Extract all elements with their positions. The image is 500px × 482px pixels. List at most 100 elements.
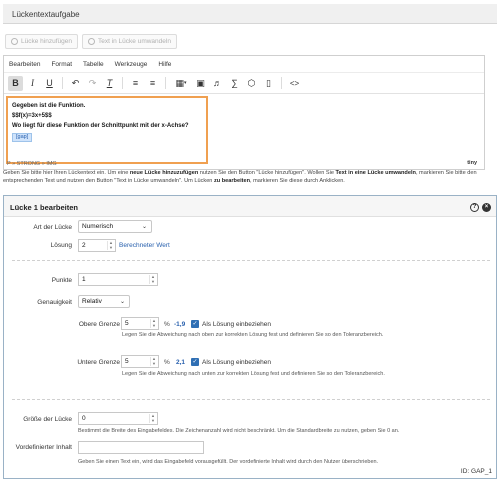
divider xyxy=(12,260,490,261)
add-gap-button[interactable]: Lücke hinzufügen xyxy=(5,34,78,49)
help-icon[interactable]: ? xyxy=(470,203,479,212)
solution-label: Lösung xyxy=(50,242,72,249)
checkmark-icon[interactable]: ✓ xyxy=(191,358,199,366)
gap-size-label: Größe der Lücke xyxy=(23,416,72,423)
rich-text-editor: Bearbeiten Format Tabelle Werkzeuge Hilf… xyxy=(3,55,485,170)
number-spinner[interactable]: ▲ ▼ xyxy=(149,413,156,423)
editor-help-text: Geben Sie bitte hier Ihren Lückentext ei… xyxy=(3,169,497,185)
formula-icon[interactable]: ∑ xyxy=(227,76,242,91)
question-line: Wo liegt für diese Funktion der Schnittp… xyxy=(12,123,189,129)
toolbar-divider xyxy=(62,77,63,89)
editor-toolbar: B I U ↶ ↷ T ≡ ≡ ▦ ▾ ▣ ♬ ∑ ⬡ ▯ <> xyxy=(4,73,484,94)
menu-format[interactable]: Format xyxy=(51,61,72,68)
menu-table[interactable]: Tabelle xyxy=(83,61,104,68)
menu-edit[interactable]: Bearbeiten xyxy=(9,61,40,68)
shape-icon[interactable]: ⬡ xyxy=(244,76,259,91)
menu-tools[interactable]: Werkzeuge xyxy=(115,61,148,68)
toolbar-divider xyxy=(165,77,166,89)
gap-type-label: Art der Lücke xyxy=(33,224,72,231)
image-icon[interactable]: ▣ xyxy=(193,76,208,91)
clear-format-icon[interactable]: T xyxy=(102,76,117,91)
upper-limit-input[interactable]: 5 ▲ ▼ xyxy=(121,317,159,330)
divider xyxy=(12,399,490,400)
gap-button-bar: Lücke hinzufügen Text in Lücke umwandeln xyxy=(5,34,177,50)
gap-placeholder[interactable]: [gap] xyxy=(12,133,33,142)
editor-menubar: Bearbeiten Format Tabelle Werkzeuge Hilf… xyxy=(4,56,484,73)
comment-icon[interactable]: ▯ xyxy=(261,76,276,91)
convert-gap-button[interactable]: Text in Lücke umwandeln xyxy=(81,34,177,49)
gap-id: ID: GAP_1 xyxy=(460,468,492,475)
plus-circle-icon xyxy=(11,38,18,45)
gap-type-select[interactable]: Numerisch ⌄ xyxy=(78,220,152,233)
chevron-down-icon: ⌄ xyxy=(141,224,147,230)
upper-limit-result: -1,9 xyxy=(174,321,186,328)
lower-limit-input[interactable]: 5 ▲ ▼ xyxy=(121,355,159,368)
precision-value: Relativ xyxy=(82,298,102,305)
editor-statusbar: P » STRONG » IMG tiny xyxy=(3,159,485,169)
precision-label: Genauigkeit xyxy=(37,299,72,306)
lower-limit-label: Untere Grenze xyxy=(77,359,120,366)
redo-icon[interactable]: ↷ xyxy=(85,76,100,91)
code-icon[interactable]: <> xyxy=(287,76,302,91)
help-text-bold: zu bearbeiten xyxy=(213,178,251,184)
number-spinner[interactable]: ▲ ▼ xyxy=(150,318,157,328)
solution-input[interactable]: 2 ▲ ▼ xyxy=(78,239,116,252)
formula-line: $$f(x)=3x+5$$ xyxy=(12,113,52,119)
lower-limit-result: 2,1 xyxy=(176,359,186,366)
toolbar-divider xyxy=(122,77,123,89)
numbered-list-icon[interactable]: ≡ xyxy=(145,76,160,91)
checkmark-icon[interactable]: ✓ xyxy=(191,320,199,328)
plus-circle-icon xyxy=(87,38,95,45)
help-text-part: , markieren Sie diese durch Anklicken. xyxy=(250,178,345,184)
gap-size-input[interactable]: 0 ▲ ▼ xyxy=(78,412,158,425)
lower-limit-desc: Legen Sie die Abweichung nach unten zur … xyxy=(122,371,385,377)
help-text-bold: neue Lücke hinzuzufügen xyxy=(129,170,199,176)
undo-icon[interactable]: ↶ xyxy=(68,76,83,91)
menu-help[interactable]: Hilfe xyxy=(158,61,171,68)
close-icon[interactable]: × xyxy=(482,203,491,212)
content-line: Gegeben ist die Funktion. xyxy=(12,103,86,109)
add-gap-label: Lücke hinzufügen xyxy=(21,38,72,45)
panel-title: Lücke 1 bearbeiten xyxy=(10,203,78,212)
help-text-part: Geben Sie bitte hier Ihren Lückentext ei… xyxy=(3,170,130,176)
help-text-part: nutzen Sie den Button "Lücke hinzufügen"… xyxy=(198,170,336,176)
convert-gap-label: Text in Lücke umwandeln xyxy=(97,38,171,45)
panel-header: Lücke 1 bearbeiten ? × xyxy=(4,196,496,217)
points-label: Punkte xyxy=(51,277,72,284)
upper-limit-label: Obere Grenze xyxy=(78,321,120,328)
number-spinner[interactable]: ▲ ▼ xyxy=(150,356,157,366)
gap-size-value: 0 xyxy=(82,415,86,422)
bold-icon[interactable]: B xyxy=(8,75,23,91)
upper-include-label: Als Lösung einbeziehen xyxy=(202,321,272,328)
section-title: Lückentextaufgabe xyxy=(12,10,80,19)
bullet-list-icon[interactable]: ≡ xyxy=(128,76,143,91)
lower-include-label: Als Lösung einbeziehen xyxy=(202,359,272,366)
number-spinner[interactable]: ▲ ▼ xyxy=(107,240,114,250)
table-icon[interactable]: ▦ ▾ xyxy=(171,76,191,91)
upper-limit-value: 5 xyxy=(125,320,129,327)
toolbar-divider xyxy=(281,77,282,89)
section-header: Lückentextaufgabe xyxy=(3,4,497,24)
help-text-bold: Text in eine Lücke umwandeln xyxy=(335,170,416,176)
editor-content[interactable]: Gegeben ist die Funktion. $$f(x)=3x+5$$ … xyxy=(6,96,208,164)
percent-sign: % xyxy=(164,321,170,328)
points-value: 1 xyxy=(82,276,86,283)
chevron-down-icon: ⌄ xyxy=(119,299,125,305)
number-spinner[interactable]: ▲ ▼ xyxy=(149,274,156,284)
underline-icon[interactable]: U xyxy=(42,76,57,91)
prefilled-desc: Geben Sie einen Text ein, wird das Einga… xyxy=(78,459,379,465)
media-icon[interactable]: ♬ xyxy=(210,76,225,91)
computed-value-link[interactable]: Berechneter Wert xyxy=(119,242,170,249)
prefilled-label: Vordefinierter Inhalt xyxy=(15,444,72,451)
points-input[interactable]: 1 ▲ ▼ xyxy=(78,273,158,286)
precision-select[interactable]: Relativ ⌄ xyxy=(78,295,130,308)
solution-value: 2 xyxy=(82,242,86,249)
upper-limit-desc: Legen Sie die Abweichung nach oben zur k… xyxy=(122,332,384,338)
percent-sign: % xyxy=(164,359,170,366)
tiny-logo: tiny xyxy=(467,160,477,166)
italic-icon[interactable]: I xyxy=(25,76,40,91)
gap-edit-panel: Lücke 1 bearbeiten ? × Art der Lücke Num… xyxy=(3,195,497,479)
gap-size-desc: Bestimmt die Breite des Eingabefeldes. D… xyxy=(78,428,400,434)
prefilled-input[interactable] xyxy=(78,441,204,454)
lower-limit-value: 5 xyxy=(125,358,129,365)
